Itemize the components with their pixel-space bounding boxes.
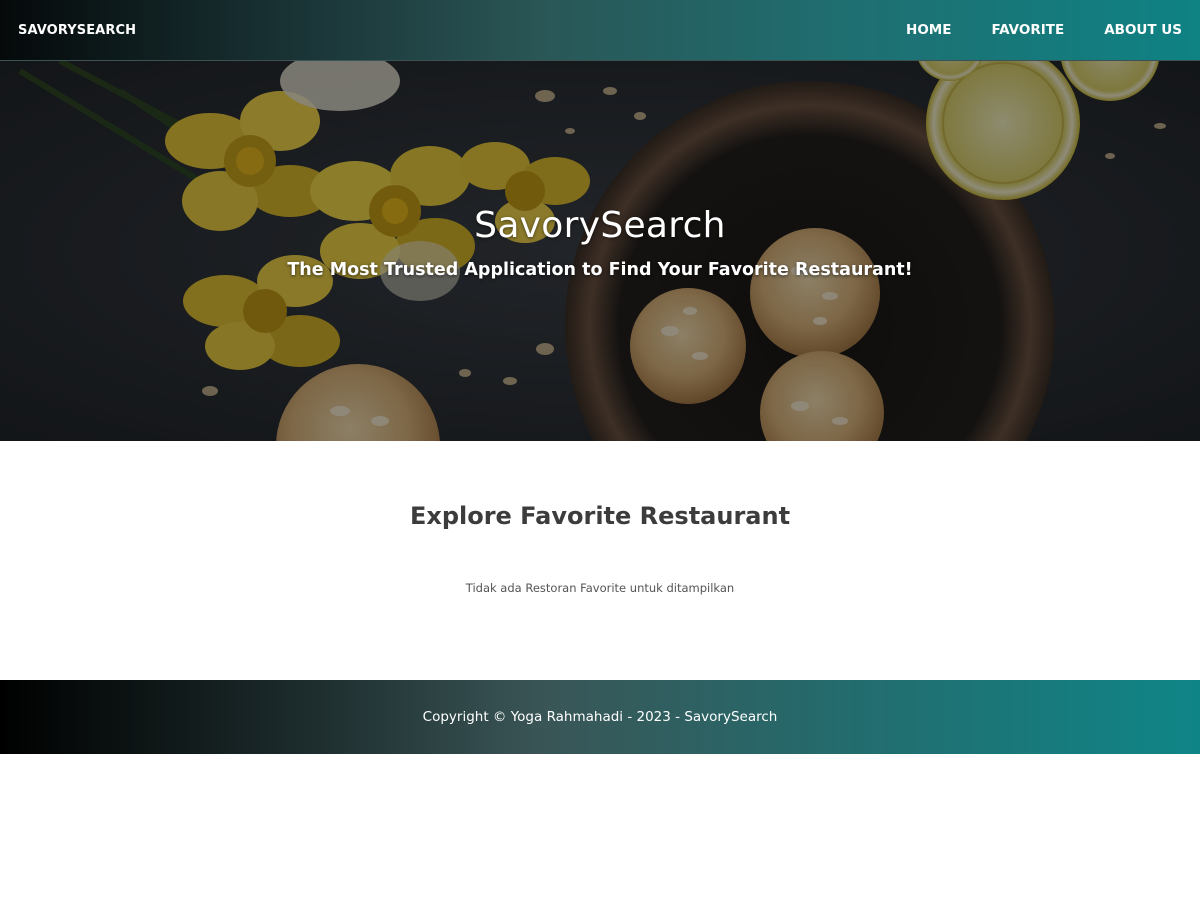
- brand-logo-link[interactable]: SAVORYSEARCH: [0, 23, 136, 38]
- nav-item-home: HOME: [884, 0, 969, 61]
- page-footer: Copyright © Yoga Rahmahadi - 2023 - Savo…: [0, 680, 1200, 754]
- section-title: Explore Favorite Restaurant: [409, 502, 791, 530]
- hero-section: SavorySearch The Most Trusted Applicatio…: [0, 61, 1200, 441]
- nav-link-favorite[interactable]: FAVORITE: [969, 0, 1082, 61]
- hero-title: SavorySearch: [474, 205, 726, 246]
- hero-tagline: The Most Trusted Application to Find You…: [287, 260, 913, 280]
- app-bar: SAVORYSEARCH HOME FAVORITE ABOUT US: [0, 0, 1200, 61]
- nav-link-home[interactable]: HOME: [884, 0, 969, 61]
- main-navigation: HOME FAVORITE ABOUT US: [884, 0, 1200, 61]
- copyright-text: Copyright © Yoga Rahmahadi - 2023 - Savo…: [422, 709, 778, 725]
- nav-link-about-us[interactable]: ABOUT US: [1082, 0, 1200, 61]
- nav-item-favorite: FAVORITE: [969, 0, 1082, 61]
- hero-content: SavorySearch The Most Trusted Applicatio…: [0, 205, 1200, 280]
- main-content: Explore Favorite Restaurant Tidak ada Re…: [0, 441, 1200, 680]
- nav-list: HOME FAVORITE ABOUT US: [884, 0, 1200, 61]
- nav-item-about-us: ABOUT US: [1082, 0, 1200, 61]
- empty-state-message: Tidak ada Restoran Favorite untuk ditamp…: [465, 581, 735, 595]
